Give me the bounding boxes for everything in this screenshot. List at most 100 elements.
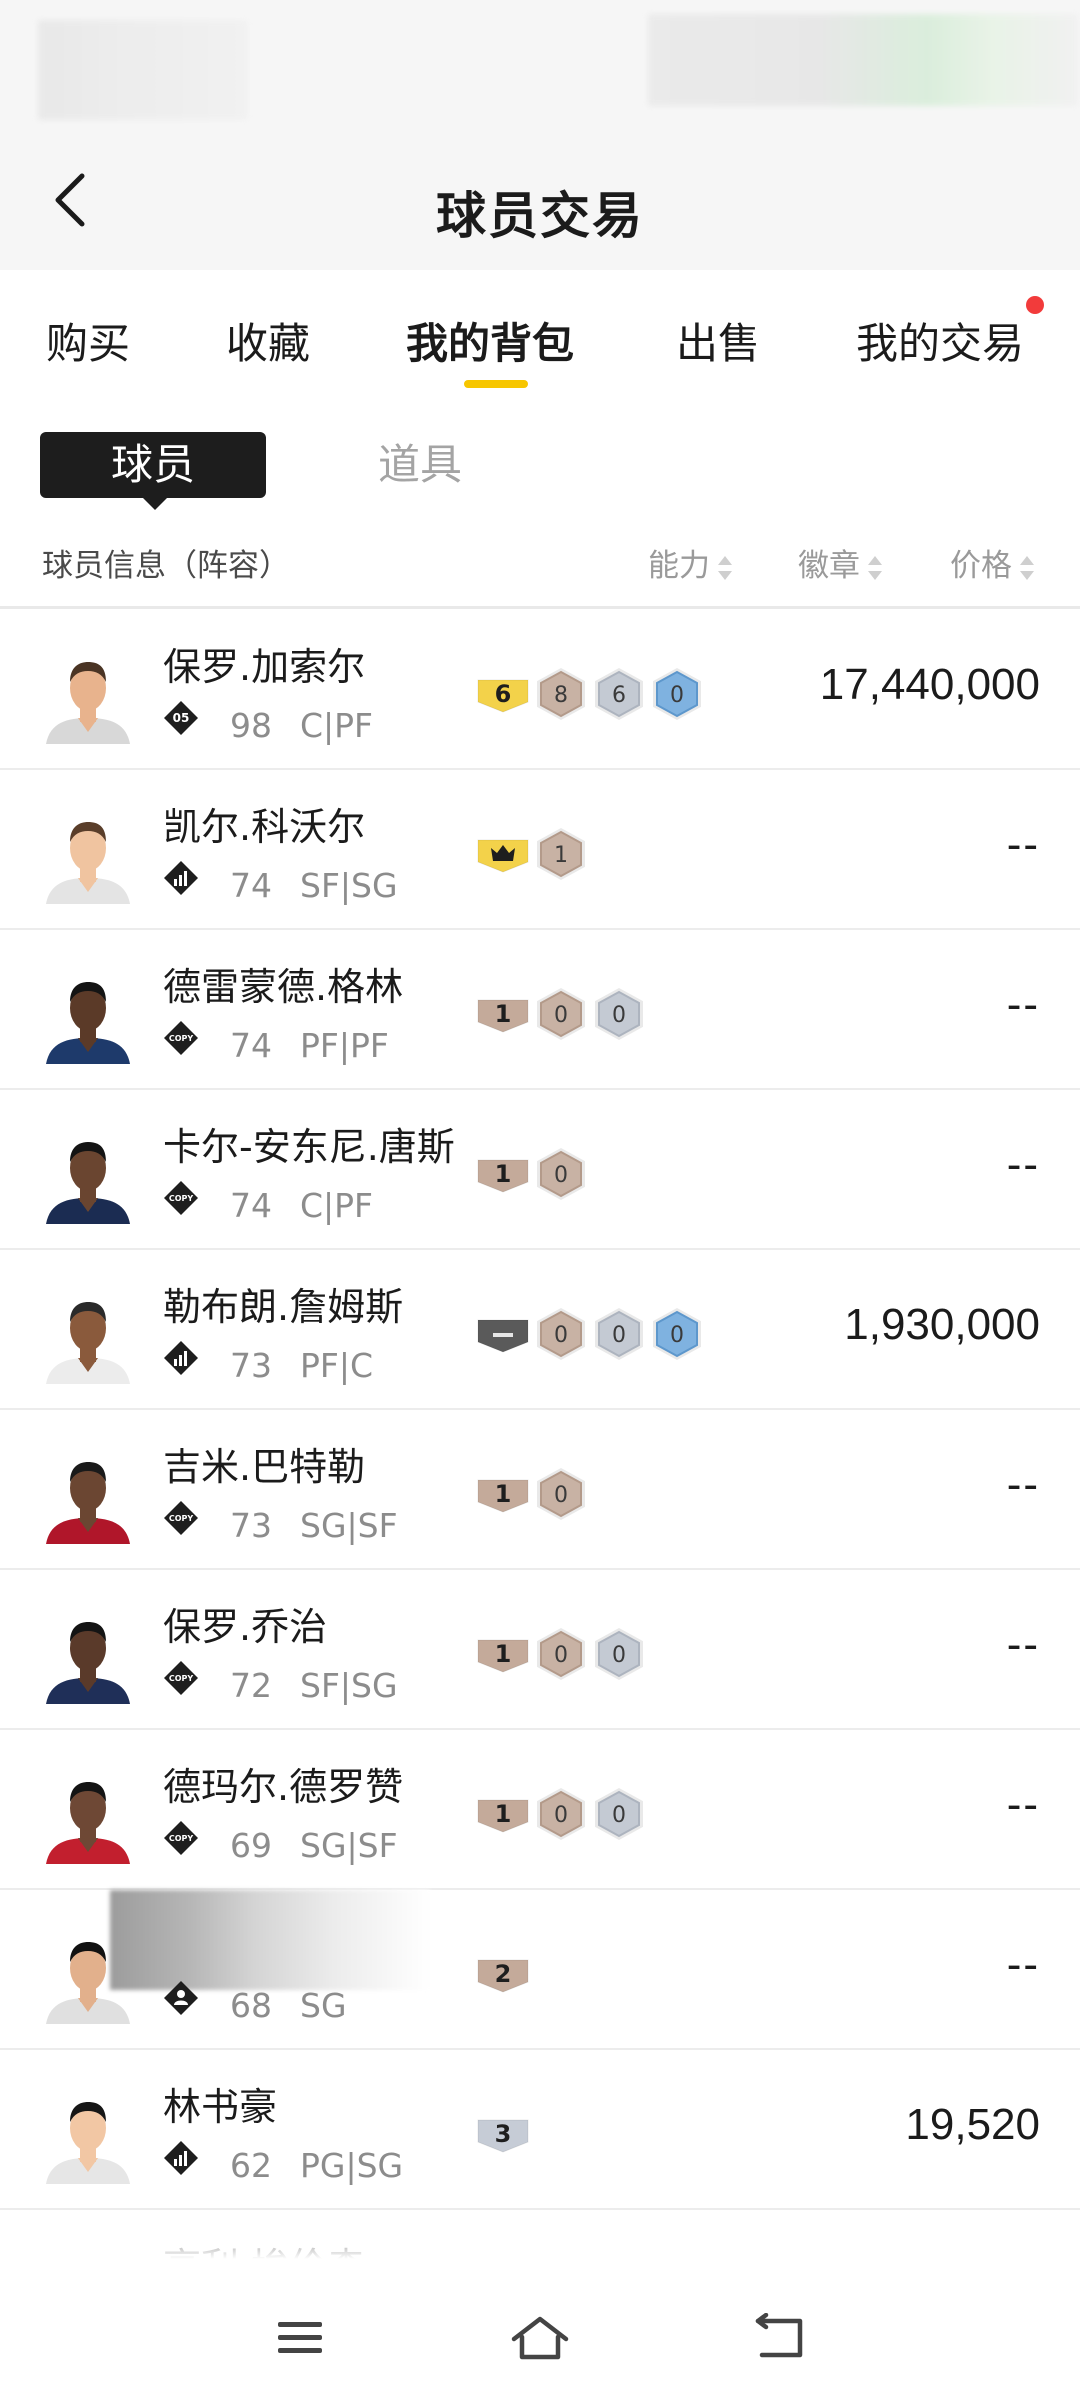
badge-count: 0 (670, 683, 684, 708)
player-avatar (40, 1128, 136, 1224)
type-icon-label: COPY (169, 1514, 194, 1523)
home-icon (511, 2316, 569, 2360)
column-ability[interactable]: 能力 (648, 540, 732, 585)
badge-count: 0 (554, 1643, 568, 1668)
player-rating: 72 (230, 1666, 272, 1705)
season-05-icon: 05 (163, 700, 199, 736)
bronze-badge-icon: 0 (534, 986, 588, 1042)
player-name: 吉米.巴特勒 (163, 1445, 366, 1489)
tab-my-trades[interactable]: 我的交易 (856, 310, 1024, 371)
player-name: 德雷蒙德.格林 (163, 965, 404, 1009)
player-avatar (40, 808, 136, 904)
notification-dot (1026, 296, 1044, 314)
column-price-label: 价格 (950, 548, 1012, 584)
column-badge[interactable]: 徽章 (798, 540, 882, 585)
player-rating: 69 (230, 1826, 272, 1865)
dark-tag-badge-icon (476, 1306, 530, 1362)
system-back-button[interactable] (748, 2306, 812, 2370)
tab-buy[interactable]: 购买 (46, 310, 130, 371)
player-name: 卡尔-安东尼.唐斯 (163, 1125, 455, 1169)
stats-icon (163, 1340, 199, 1376)
silver-badge-icon: 6 (592, 666, 646, 722)
player-row[interactable]: 卡尔-安东尼.唐斯 COPY 74 C|PF 1 0 -- (0, 1090, 1080, 1250)
badge-count: 2 (495, 1960, 512, 1988)
menu-button[interactable] (268, 2306, 332, 2370)
player-rating: 73 (230, 1346, 272, 1385)
player-name: 保罗.乔治 (163, 1605, 328, 1649)
badge-count: 0 (554, 1483, 568, 1508)
badge-count: 3 (495, 2120, 512, 2148)
active-tab-indicator (464, 380, 528, 388)
home-button[interactable] (508, 2306, 572, 2370)
column-price[interactable]: 价格 (950, 540, 1034, 585)
column-badge-label: 徽章 (798, 548, 860, 584)
badge-count: 0 (612, 1003, 626, 1028)
player-positions: SF|SG (300, 1666, 398, 1705)
badge-count: 8 (554, 683, 568, 708)
bronze-badge-icon: 0 (534, 1626, 588, 1682)
menu-icon (278, 2322, 322, 2353)
badge-count: 0 (554, 1003, 568, 1028)
redacted-name-blur (110, 1890, 430, 1990)
silver-tag-badge-icon: 3 (476, 2106, 530, 2162)
player-avatar (40, 1448, 136, 1544)
player-positions: PF|C (300, 1346, 374, 1385)
badge-count: 0 (670, 1323, 684, 1348)
subtab-items[interactable]: 道具 (378, 432, 462, 498)
bronze-tag-badge-icon: 1 (476, 1626, 530, 1682)
player-row[interactable]: 德玛尔.德罗赞 COPY 69 SG|SF 1 0 0 -- (0, 1730, 1080, 1890)
player-positions: C|PF (300, 1186, 374, 1225)
player-row[interactable]: 德雷蒙德.格林 COPY 74 PF|PF 1 0 0 -- (0, 930, 1080, 1090)
subtab-players[interactable]: 球员 (40, 432, 266, 510)
blue-badge-icon: 0 (650, 1306, 704, 1362)
back-icon (755, 2313, 803, 2358)
player-positions: SG|SF (300, 1826, 398, 1865)
player-row[interactable]: 凯尔.科沃尔 74 SF|SG 1 -- (0, 770, 1080, 930)
player-price: -- (1006, 980, 1040, 1029)
player-avatar (40, 968, 136, 1064)
player-avatar (40, 1608, 136, 1704)
player-price: 17,440,000 (819, 660, 1040, 709)
badge-count: 1 (554, 843, 568, 868)
player-row[interactable]: 保罗.加索尔 05 98 C|PF 6 8 6 0 17,440,000 (0, 610, 1080, 770)
app-bar: 球员交易 (0, 130, 1080, 270)
tab-favorites[interactable]: 收藏 (226, 310, 310, 371)
silver-badge-icon: 0 (592, 1306, 646, 1362)
player-row[interactable]: 吉米.巴特勒 COPY 73 SG|SF 1 0 -- (0, 1410, 1080, 1570)
player-price: -- (1006, 1140, 1040, 1189)
blue-badge-icon: 0 (650, 666, 704, 722)
silver-badge-icon: 0 (592, 986, 646, 1042)
stats-icon (163, 2140, 199, 2176)
player-name: 勒布朗.詹姆斯 (163, 1285, 404, 1329)
tab-my-backpack[interactable]: 我的背包 (406, 310, 574, 371)
player-price: -- (1006, 820, 1040, 869)
player-positions: C|PF (300, 706, 374, 745)
player-row[interactable]: 林书豪 62 PG|SG 3 19,520 (0, 2050, 1080, 2210)
player-avatar (40, 1768, 136, 1864)
bronze-tag-badge-icon: 1 (476, 1786, 530, 1842)
copy-icon: COPY (163, 1660, 199, 1696)
player-list: 保罗.加索尔 05 98 C|PF 6 8 6 0 17,440,000 凯尔.科沃尔 74 SF|S… (0, 610, 1080, 2370)
sort-icon (718, 554, 732, 582)
type-icon-label: COPY (169, 1034, 194, 1043)
type-icon-label: COPY (169, 1194, 194, 1203)
player-name: 凯尔.科沃尔 (163, 805, 366, 849)
header-divider (0, 606, 1080, 609)
silver-badge-icon: 0 (592, 1626, 646, 1682)
player-row[interactable]: 68 SG 2 -- (0, 1890, 1080, 2050)
player-row[interactable]: 保罗.乔治 COPY 72 SF|SG 1 0 0 -- (0, 1570, 1080, 1730)
badge-count: 0 (612, 1643, 626, 1668)
type-icon-label: COPY (169, 1674, 194, 1683)
bronze-tag-badge-icon: 2 (476, 1946, 530, 2002)
badge-count: 0 (554, 1163, 568, 1188)
player-avatar (40, 1288, 136, 1384)
bronze-badge-icon: 1 (534, 826, 588, 882)
player-rating: 68 (230, 1986, 272, 2025)
sort-icon (868, 554, 882, 582)
copy-icon: COPY (163, 1020, 199, 1056)
badge-count: 0 (612, 1323, 626, 1348)
bronze-badge-icon: 0 (534, 1466, 588, 1522)
tab-sell[interactable]: 出售 (676, 310, 760, 371)
player-rating: 74 (230, 1186, 272, 1225)
player-row[interactable]: 勒布朗.詹姆斯 73 PF|C 0 0 0 1,930,000 (0, 1250, 1080, 1410)
